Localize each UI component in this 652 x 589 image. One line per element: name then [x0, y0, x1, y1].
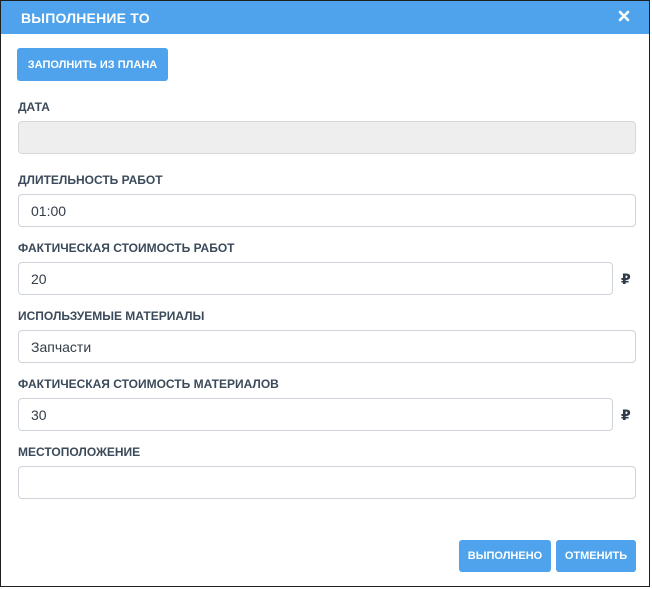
ruble-sign: ₽: [621, 271, 631, 287]
date-label: ДАТА: [18, 100, 50, 114]
materials-cost-field[interactable]: [18, 398, 613, 431]
fill-from-plan-button[interactable]: ЗАПОЛНИТЬ ИЗ ПЛАНА: [17, 48, 168, 81]
date-field: [18, 121, 636, 154]
ruble-sign: ₽: [621, 407, 631, 423]
location-label: МЕСТОПОЛОЖЕНИЕ: [18, 445, 141, 459]
duration-label: ДЛИТЕЛЬНОСТЬ РАБОТ: [18, 173, 163, 187]
materials-label: ИСПОЛЬЗУЕМЫЕ МАТЕРИАЛЫ: [18, 309, 205, 323]
maintenance-dialog: ВЫПОЛНЕНИЕ ТО ЗАПОЛНИТЬ ИЗ ПЛАНА ДАТА ДЛ…: [0, 0, 650, 587]
dialog-titlebar: ВЫПОЛНЕНИЕ ТО: [1, 1, 649, 34]
close-icon[interactable]: [617, 9, 631, 23]
dialog-title: ВЫПОЛНЕНИЕ ТО: [21, 10, 150, 26]
done-button[interactable]: ВЫПОЛНЕНО: [459, 540, 551, 572]
cancel-button[interactable]: ОТМЕНИТЬ: [556, 540, 636, 572]
work-cost-field[interactable]: [18, 262, 613, 295]
materials-cost-label: ФАКТИЧЕСКАЯ СТОИМОСТЬ МАТЕРИАЛОВ: [18, 377, 279, 391]
duration-field[interactable]: [18, 194, 636, 227]
materials-field[interactable]: [18, 330, 636, 363]
location-field[interactable]: [18, 466, 636, 499]
work-cost-label: ФАКТИЧЕСКАЯ СТОИМОСТЬ РАБОТ: [18, 241, 235, 255]
